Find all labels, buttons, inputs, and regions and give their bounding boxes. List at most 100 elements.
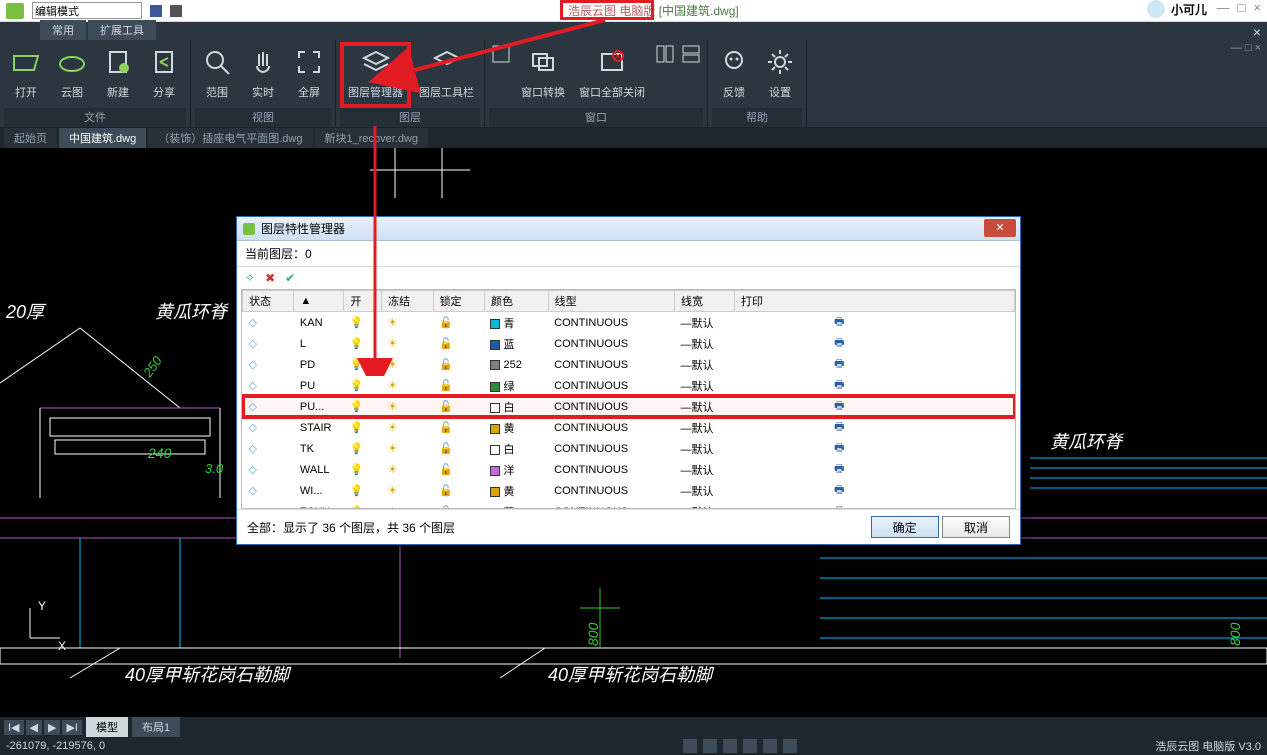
fullscreen-button[interactable]: 全屏 [287, 42, 331, 108]
table-row[interactable]: ◇TK💡☀🔓白CONTINUOUS—默认🖶 [243, 438, 1015, 459]
group-label-window: 窗口 [489, 108, 703, 127]
svg-text:40厚甲斩花岗石勒脚: 40厚甲斩花岗石勒脚 [548, 665, 715, 685]
tab-last[interactable]: ▶I [62, 720, 82, 735]
col-color[interactable]: 颜色 [484, 291, 548, 312]
ribbon-minimize[interactable]: — □ × [1231, 42, 1261, 54]
tab-start[interactable]: 起始页 [4, 128, 57, 148]
snap-toggle[interactable] [683, 739, 697, 753]
col-lweight[interactable]: 线宽 [675, 291, 735, 312]
lwt-toggle[interactable] [783, 739, 797, 753]
tab-file-1[interactable]: 中国建筑.dwg [59, 128, 146, 148]
folder-icon [10, 46, 42, 78]
user-area[interactable]: 小可儿 [1147, 0, 1207, 18]
col-name[interactable]: ▲ [294, 291, 344, 312]
table-row[interactable]: ◇L💡☀🔓蓝CONTINUOUS—默认🖶 [243, 333, 1015, 354]
layers-icon [360, 46, 392, 78]
table-row[interactable]: ◇KAN💡☀🔓青CONTINUOUS—默认🖶 [243, 312, 1015, 334]
col-ltype[interactable]: 线型 [548, 291, 674, 312]
dialog-close-button[interactable]: ✕ [984, 219, 1016, 237]
table-row[interactable]: ◇STAIR💡☀🔓黄CONTINUOUS—默认🖶 [243, 417, 1015, 438]
feedback-button[interactable]: 反馈 [712, 42, 756, 108]
tab-first[interactable]: I◀ [4, 720, 24, 735]
doc-close-button[interactable]: × [1253, 24, 1261, 40]
osnap-toggle[interactable] [763, 739, 777, 753]
dialog-footer-text: 全部：显示了 36 个图层，共 36 个图层 [247, 519, 455, 536]
layer-table-container[interactable]: 状态 ▲ 开 冻结 锁定 颜色 线型 线宽 打印 ◇KAN💡☀🔓青CONTINU… [241, 289, 1016, 509]
tab-prev[interactable]: ◀ [26, 720, 42, 735]
tab-file-3[interactable]: 新块1_recover.dwg [315, 128, 429, 148]
win-misc-icon [491, 44, 511, 64]
table-row[interactable]: ◇PU💡☀🔓绿CONTINUOUS—默认🖶 [243, 375, 1015, 396]
col-on[interactable]: 开 [344, 291, 382, 312]
col-print[interactable]: 打印 [735, 291, 1015, 312]
new-layer-icon[interactable]: ✧ [245, 271, 255, 285]
model-tab[interactable]: 模型 [86, 717, 128, 737]
tab-file-2[interactable]: （装饰）插座电气平面图.dwg [148, 128, 312, 148]
settings-button[interactable]: 设置 [758, 42, 802, 108]
cloud-icon [56, 46, 88, 78]
layer-toolbar-button[interactable]: 图层工具栏 [413, 42, 480, 108]
layout1-tab[interactable]: 布局1 [132, 717, 180, 737]
ortho-toggle[interactable] [723, 739, 737, 753]
svg-text:250: 250 [140, 353, 166, 381]
win-misc-button[interactable] [489, 42, 513, 108]
pan-button[interactable]: 实时 [241, 42, 285, 108]
group-label-layer: 图层 [340, 108, 480, 127]
table-row[interactable]: ◇ZCHU💡☀🔓蓝CONTINUOUS—默认🖶 [243, 501, 1015, 509]
win-closeall-button[interactable]: 窗口全部关闭 [573, 42, 651, 108]
ribbon-tabs: 常用 扩展工具 × [0, 22, 1267, 40]
pan-icon [247, 46, 279, 78]
open-button[interactable]: 打开 [4, 42, 48, 108]
group-label-file: 文件 [4, 108, 186, 127]
tile2-button[interactable] [679, 42, 703, 108]
file-name: [中国建筑.dwg] [659, 4, 739, 18]
col-freeze[interactable]: 冻结 [382, 291, 433, 312]
ribbon-tab-extend[interactable]: 扩展工具 [88, 20, 156, 40]
ok-button[interactable]: 确定 [871, 516, 939, 538]
col-lock[interactable]: 锁定 [433, 291, 484, 312]
delete-layer-icon[interactable]: ✖ [265, 271, 275, 285]
table-row[interactable]: ◇PU...💡☀🔓白CONTINUOUS—默认🖶 [243, 396, 1015, 417]
grid-toggle[interactable] [703, 739, 717, 753]
tile1-icon [655, 44, 675, 64]
win-switch-icon [527, 46, 559, 78]
win-switch-button[interactable]: 窗口转换 [515, 42, 571, 108]
svg-text:20厚: 20厚 [5, 302, 47, 322]
version-text: 浩辰云图 电脑版 V3.0 [1155, 738, 1261, 754]
svg-text:X: X [58, 639, 66, 653]
dialog-tools: ✧ ✖ ✔ [237, 267, 1020, 289]
qa-dropdown-1[interactable] [150, 5, 162, 17]
set-current-icon[interactable]: ✔ [285, 271, 295, 285]
ribbon-tab-common[interactable]: 常用 [40, 20, 86, 40]
layer-manager-button[interactable]: 图层管理器 [340, 42, 411, 108]
dialog-titlebar[interactable]: 图层特性管理器 ✕ [237, 217, 1020, 241]
new-button[interactable]: 新建 [96, 42, 140, 108]
zoom-extents-button[interactable]: 范围 [195, 42, 239, 108]
cancel-button[interactable]: 取消 [942, 516, 1010, 538]
settings-icon [764, 46, 796, 78]
cloud-button[interactable]: 云图 [50, 42, 94, 108]
maximize-button[interactable]: □ [1238, 0, 1246, 15]
table-row[interactable]: ◇PD💡☀🔓252CONTINUOUS—默认🖶 [243, 354, 1015, 375]
svg-text:黄瓜环脊: 黄瓜环脊 [1050, 432, 1124, 452]
layer-tools-icon [431, 46, 463, 78]
close-button[interactable]: × [1253, 0, 1261, 15]
layer-manager-dialog: 图层特性管理器 ✕ 当前图层：0 ✧ ✖ ✔ 状态 ▲ 开 冻结 锁定 颜色 线… [236, 216, 1021, 545]
ribbon-group-view: 范围 实时 全屏 视图 [191, 40, 336, 127]
tile1-button[interactable] [653, 42, 677, 108]
qa-dropdown-2[interactable] [170, 5, 182, 17]
tab-next[interactable]: ▶ [44, 720, 60, 735]
new-icon [102, 46, 134, 78]
col-status[interactable]: 状态 [243, 291, 294, 312]
polar-toggle[interactable] [743, 739, 757, 753]
group-label-view: 视图 [195, 108, 331, 127]
mode-dropdown[interactable] [32, 2, 142, 19]
current-layer-row: 当前图层：0 [237, 241, 1020, 267]
minimize-button[interactable]: — [1217, 0, 1230, 15]
model-layout-tabs: I◀ ◀ ▶ ▶I 模型 布局1 [0, 717, 1267, 737]
table-row[interactable]: ◇WALL💡☀🔓洋CONTINUOUS—默认🖶 [243, 459, 1015, 480]
share-button[interactable]: 分享 [142, 42, 186, 108]
fullscreen-icon [293, 46, 325, 78]
table-row[interactable]: ◇WI...💡☀🔓黄CONTINUOUS—默认🖶 [243, 480, 1015, 501]
status-bar: -261079, -219576, 0 浩辰云图 电脑版 V3.0 [0, 737, 1267, 755]
